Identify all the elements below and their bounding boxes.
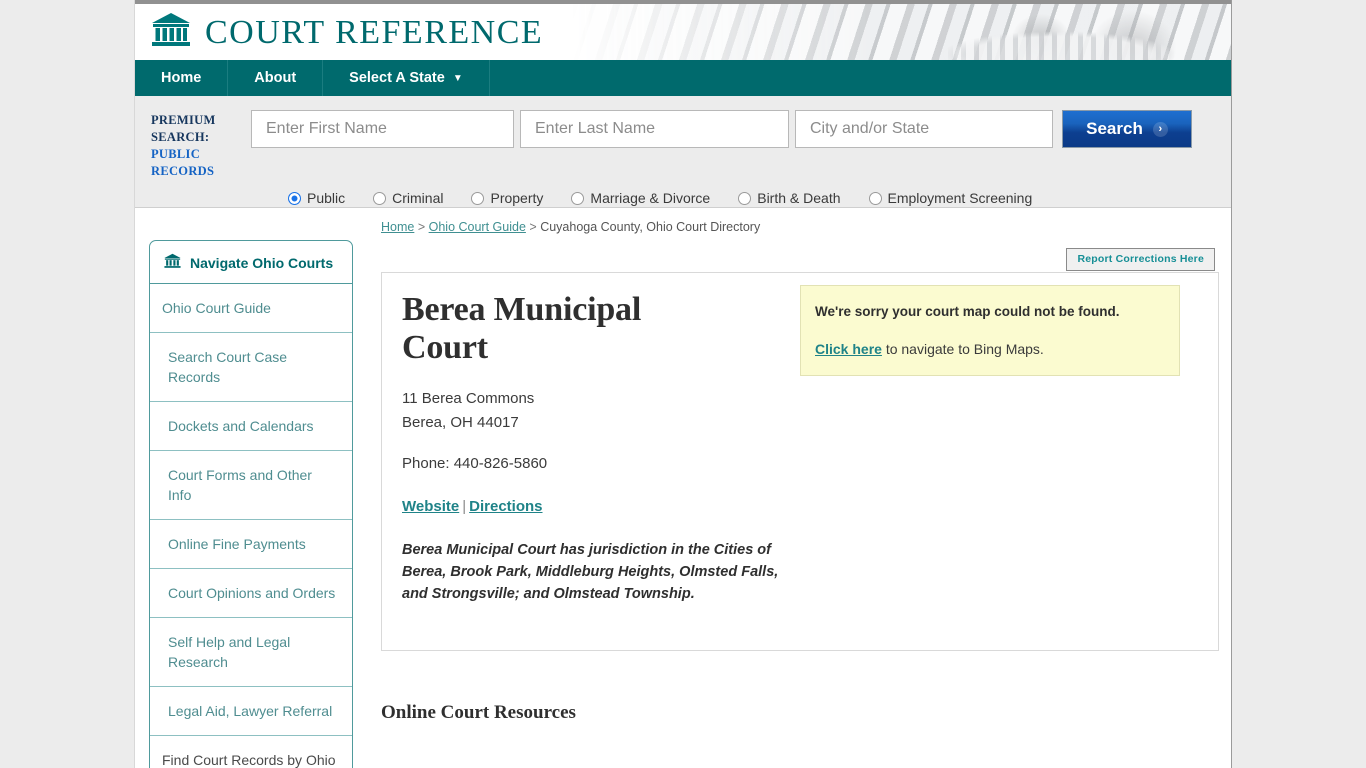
sidebar-item-ohio-court-guide[interactable]: Ohio Court Guide [150,284,352,333]
radio-public-dot [288,191,301,205]
premium-search-bar: PREMIUM SEARCH: PUBLIC RECORDS Search › … [135,96,1231,208]
radio-public-label: Public [307,190,346,206]
online-court-resources-heading: Online Court Resources [381,702,576,723]
report-corrections-label: Report Corrections Here [1077,253,1204,265]
content-container: COURT REFERENCE Home About Select A Stat… [134,0,1232,768]
radio-birth-death[interactable]: Birth & Death [738,190,841,206]
radio-birth-death-label: Birth & Death [757,190,841,206]
radio-marriage-divorce-dot [571,191,585,205]
courthouse-icon [164,253,181,272]
first-name-input[interactable] [251,110,514,148]
premium-search-label: PREMIUM SEARCH: PUBLIC RECORDS [151,110,251,180]
search-button-label: Search [1086,119,1143,138]
page-title: Berea Municipal Court [402,291,642,366]
premium-label-line4: RECORDS [151,164,215,178]
masthead-background-photo [571,4,1231,60]
court-address-line2: Berea, OH 44017 [402,414,519,431]
radio-public[interactable]: Public [288,190,345,206]
nav-item-home[interactable]: Home [135,60,229,96]
map-notice-message: We're sorry your court map could not be … [815,304,1120,319]
report-corrections-button[interactable]: Report Corrections Here [1066,248,1215,271]
radio-criminal[interactable]: Criminal [373,190,443,206]
sidebar-item-court-forms-and-other-info[interactable]: Court Forms and Other Info [150,451,352,520]
radio-property-dot [471,191,485,205]
main-navigation: Home About Select A State ▼ [135,60,1231,96]
radio-birth-death-dot [738,191,752,205]
breadcrumb-separator-1: > [417,220,426,234]
search-button[interactable]: Search › [1062,110,1192,148]
sidebar-header: Navigate Ohio Courts [150,241,352,284]
search-category-radios: Public Criminal Property Marriage & Divo… [288,190,1215,206]
nav-item-about-label: About [254,70,297,86]
radio-employment-screening-dot [868,191,882,205]
map-notice-action: Click here to navigate to Bing Maps. [815,341,1163,357]
nav-item-home-label: Home [161,70,202,86]
site-brand[interactable]: COURT REFERENCE [151,12,543,53]
court-links: Website | Directions [402,498,543,515]
sidebar-item-online-fine-payments[interactable]: Online Fine Payments [150,520,352,569]
court-detail-card: Berea Municipal Court 11 Berea Commons B… [381,272,1219,651]
court-phone: Phone: 440-826-5860 [402,455,548,472]
radio-criminal-label: Criminal [392,190,444,206]
map-notice-tail: to navigate to Bing Maps. [881,341,1044,357]
court-address: 11 Berea Commons Berea, OH 44017 [402,387,534,435]
court-address-line1: 11 Berea Commons [402,390,535,407]
radio-property[interactable]: Property [471,190,543,206]
search-row: PREMIUM SEARCH: PUBLIC RECORDS Search › [151,110,1215,180]
radio-property-label: Property [490,190,544,206]
radio-employment-screening-label: Employment Screening [887,190,1033,206]
sidebar-item-search-court-case-records[interactable]: Search Court Case Records [150,333,352,402]
nav-item-select-a-state[interactable]: Select A State ▼ [323,60,490,96]
bing-maps-link[interactable]: Click here [815,341,882,357]
sidebar-navigate-ohio-courts: Navigate Ohio Courts Ohio Court Guide Se… [149,240,353,768]
page-root: COURT REFERENCE Home About Select A Stat… [0,0,1366,768]
courthouse-icon [151,12,191,53]
breadcrumb-separator-2: > [529,220,537,234]
chevron-down-icon: ▼ [452,72,463,84]
breadcrumb-link-ohio-court-guide[interactable]: Ohio Court Guide [429,220,526,234]
breadcrumb-current: Cuyahoga County, Ohio Court Directory [540,220,761,234]
sidebar-item-dockets-and-calendars[interactable]: Dockets and Calendars [150,402,352,451]
sidebar-item-self-help-and-legal-research[interactable]: Self Help and Legal Research [150,618,352,687]
site-masthead: COURT REFERENCE [135,0,1231,60]
sidebar-item-court-opinions-and-orders[interactable]: Court Opinions and Orders [150,569,352,618]
website-link[interactable]: Website [402,498,459,515]
breadcrumb: Home > Ohio Court Guide > Cuyahoga Count… [381,220,760,234]
radio-criminal-dot [373,191,387,205]
city-state-input[interactable] [795,110,1053,148]
sidebar-header-label: Navigate Ohio Courts [190,254,334,271]
premium-label-line1: PREMIUM [151,113,216,127]
page-body: Home > Ohio Court Guide > Cuyahoga Count… [135,208,1231,768]
last-name-input[interactable] [520,110,789,148]
premium-label-line2: SEARCH: [151,130,210,144]
map-not-found-notice: We're sorry your court map could not be … [800,285,1180,376]
brand-title: COURT REFERENCE [205,13,544,51]
sidebar-item-find-court-records-by-ohio-county: Find Court Records by Ohio County: [162,752,336,768]
radio-employment-screening[interactable]: Employment Screening [868,190,1033,206]
link-separator: | [462,498,467,515]
radio-marriage-divorce-label: Marriage & Divorce [590,190,711,206]
breadcrumb-link-home[interactable]: Home [381,220,414,234]
court-jurisdiction-text: Berea Municipal Court has jurisdiction i… [402,542,779,602]
premium-label-line3: PUBLIC [151,147,201,161]
radio-marriage-divorce[interactable]: Marriage & Divorce [571,190,710,206]
nav-item-select-a-state-label: Select A State [349,70,445,86]
sidebar-item-legal-aid-lawyer-referral[interactable]: Legal Aid, Lawyer Referral [150,687,352,736]
chevron-right-icon: › [1152,121,1168,137]
directions-link[interactable]: Directions [469,498,542,515]
nav-item-about[interactable]: About [228,60,324,96]
